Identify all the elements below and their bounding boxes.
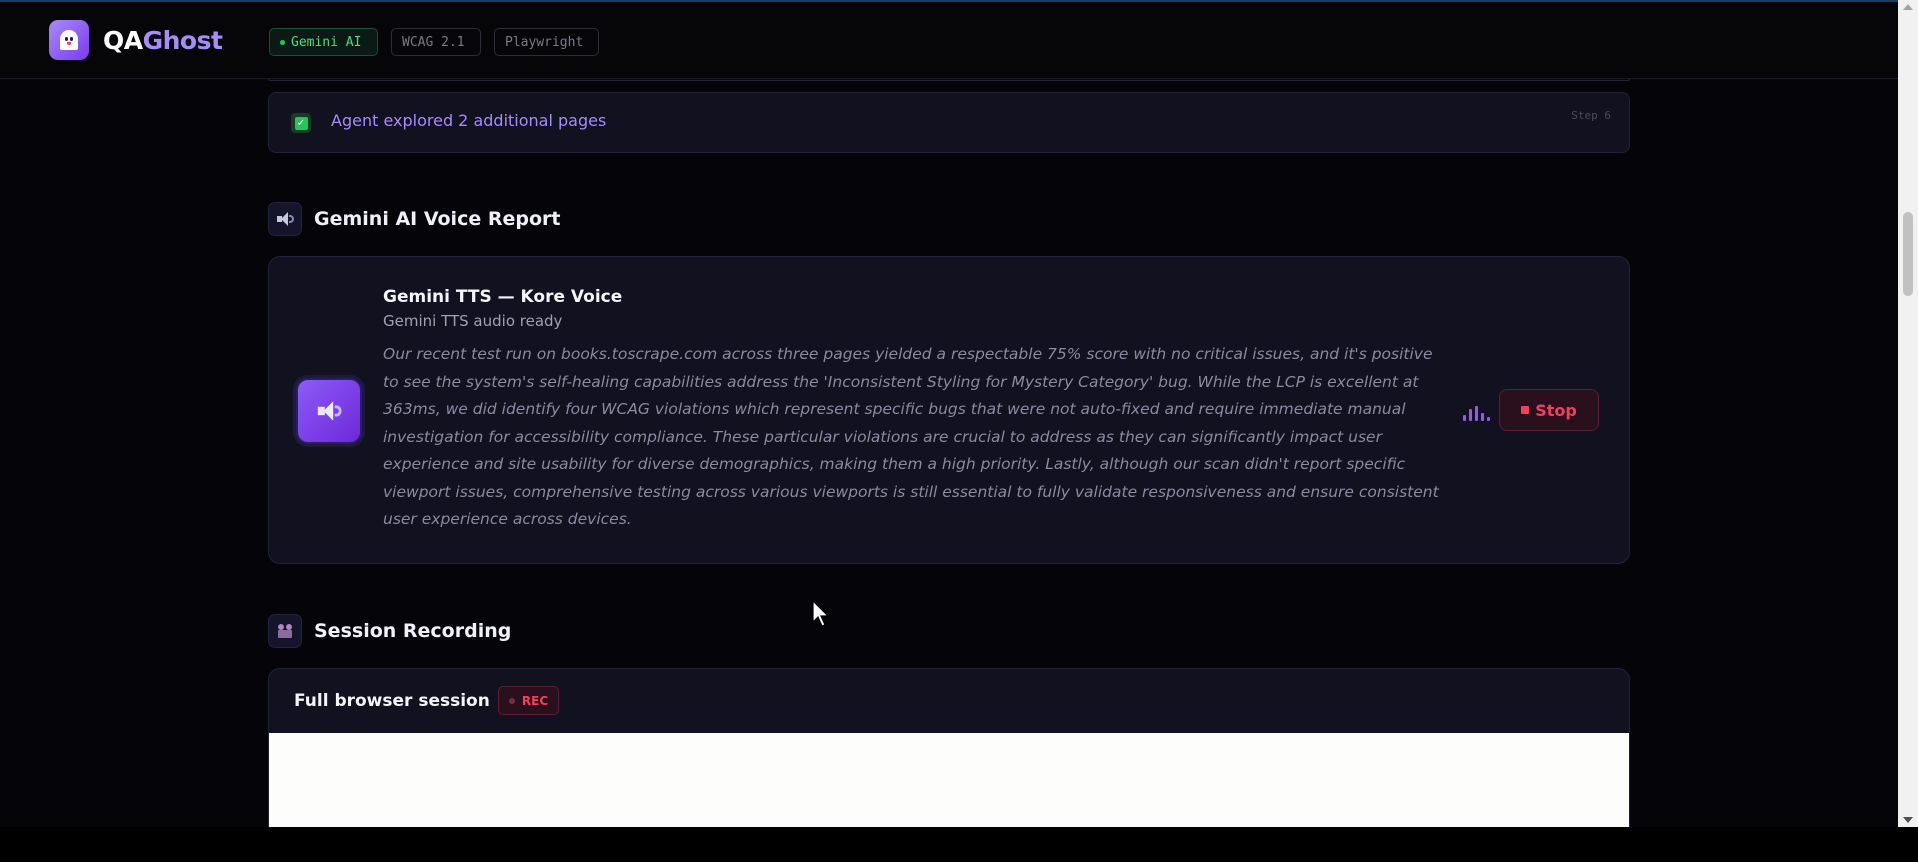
status-dot-icon <box>280 39 285 45</box>
gemini-badge: Gemini AI <box>269 28 378 56</box>
step-label: Step 6 <box>1571 109 1611 122</box>
session-recording-header: Session Recording <box>268 614 511 648</box>
wcag-badge: WCAG 2.1 <box>391 28 481 56</box>
playwright-badge-label: Playwright <box>505 34 584 50</box>
bottom-bar <box>0 827 1918 862</box>
gemini-badge-label: Gemini AI <box>291 34 362 50</box>
stop-button-label: Stop <box>1535 400 1577 420</box>
brand-ghost: Ghost <box>142 26 223 55</box>
session-recording-card: Full browser session REC <box>268 668 1630 827</box>
app-viewport: QAGhost Gemini AI WCAG 2.1 Playwright ✓ … <box>0 0 1898 827</box>
speaker-icon <box>268 202 302 236</box>
audio-wave-icon <box>1463 405 1491 421</box>
video-player[interactable] <box>269 733 1629 827</box>
stop-icon <box>1521 406 1530 414</box>
playwright-badge: Playwright <box>494 28 599 56</box>
rec-badge: REC <box>498 686 559 715</box>
video-camera-icon <box>268 614 302 648</box>
agent-step-card: ✓ Agent explored 2 additional pages Step… <box>268 92 1630 153</box>
voice-report-header: Gemini AI Voice Report <box>268 202 560 236</box>
previous-card-edge <box>268 79 1630 81</box>
voice-report-title: Gemini AI Voice Report <box>314 208 561 230</box>
check-icon: ✓ <box>291 113 311 133</box>
rec-dot-icon <box>508 697 515 704</box>
voice-card-title: Gemini TTS — Kore Voice <box>383 287 623 307</box>
voice-status: Gemini TTS audio ready <box>383 312 563 330</box>
vertical-scrollbar[interactable] <box>1898 0 1918 827</box>
voice-transcript: Our recent test run on books.toscrape.co… <box>383 345 1439 528</box>
speaker-icon[interactable] <box>296 378 362 444</box>
step-text: Agent explored 2 additional pages <box>331 111 607 130</box>
scroll-down-arrow-icon[interactable] <box>1903 817 1913 823</box>
session-recording-title: Session Recording <box>314 620 512 642</box>
recording-card-title: Full browser session <box>294 691 490 711</box>
brand-logo[interactable]: QAGhost <box>103 26 223 55</box>
scroll-up-arrow-icon[interactable] <box>1903 4 1913 10</box>
wcag-badge-label: WCAG 2.1 <box>402 34 465 50</box>
app-header: QAGhost Gemini AI WCAG 2.1 Playwright <box>0 2 1898 79</box>
scrollbar-thumb[interactable] <box>1903 212 1913 296</box>
rec-badge-label: REC <box>521 693 549 708</box>
voice-report-card: Gemini TTS — Kore Voice Gemini TTS audio… <box>268 256 1630 564</box>
brand-qa: QA <box>103 26 143 55</box>
stop-button[interactable]: Stop <box>1499 389 1599 431</box>
ghost-icon[interactable] <box>49 20 89 60</box>
